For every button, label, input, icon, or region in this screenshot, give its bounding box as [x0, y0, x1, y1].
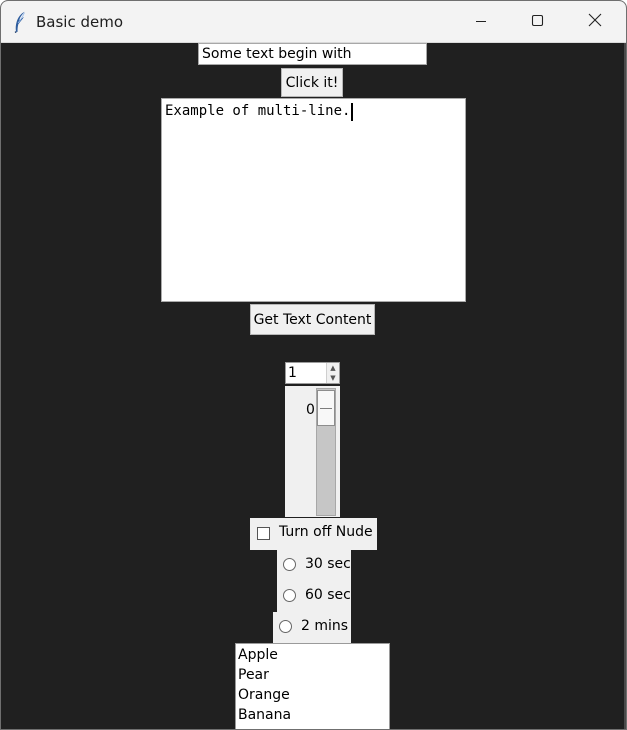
- maximize-icon: [531, 12, 544, 31]
- up-arrow-icon[interactable]: ▲: [327, 363, 339, 373]
- radio-2-mins[interactable]: 2 mins: [273, 612, 351, 643]
- get-text-content-button[interactable]: Get Text Content: [250, 304, 375, 335]
- radio-60-sec[interactable]: 60 sec: [277, 581, 351, 612]
- scale-handle[interactable]: [317, 390, 335, 426]
- minimize-icon: [475, 12, 487, 31]
- close-button[interactable]: [566, 1, 624, 42]
- vertical-scale[interactable]: 0: [285, 386, 340, 517]
- radio-30-sec-button[interactable]: [283, 558, 296, 571]
- window-content: Click it! Example of multi-line. Get Tex…: [1, 43, 626, 729]
- list-item-banana[interactable]: Banana: [236, 705, 389, 725]
- down-arrow-icon[interactable]: ▼: [327, 373, 339, 383]
- spinbox-arrows[interactable]: ▲ ▼: [326, 363, 339, 383]
- window-right-edge: [624, 43, 626, 729]
- number-spinbox[interactable]: 1 ▲ ▼: [285, 362, 340, 384]
- scale-value: 0: [306, 402, 315, 418]
- spinbox-value: 1: [288, 365, 297, 381]
- turn-off-nude-label: Turn off Nude: [279, 524, 373, 540]
- turn-off-nude-checkbox[interactable]: [257, 527, 270, 540]
- window-title: Basic demo: [36, 13, 124, 31]
- radio-30-sec[interactable]: 30 sec: [277, 550, 351, 581]
- list-item-orange[interactable]: Orange: [236, 685, 389, 705]
- turn-off-nude-checkbox-row[interactable]: Turn off Nude: [250, 518, 377, 550]
- radio-60-sec-button[interactable]: [283, 589, 296, 602]
- radio-2-mins-label: 2 mins: [301, 618, 349, 634]
- radio-60-sec-label: 60 sec: [305, 587, 351, 603]
- click-it-button[interactable]: Click it!: [281, 68, 343, 97]
- radio-30-sec-label: 30 sec: [305, 556, 351, 572]
- feather-icon: [12, 11, 28, 34]
- text-area-content: Example of multi-line.: [165, 103, 351, 119]
- maximize-button[interactable]: [508, 1, 566, 42]
- text-caret: [351, 103, 354, 121]
- multi-line-text-area[interactable]: Example of multi-line.: [161, 98, 466, 302]
- title-bar[interactable]: Basic demo: [1, 1, 626, 43]
- app-window: Basic demo Click it!: [0, 0, 627, 730]
- text-entry[interactable]: [198, 43, 427, 65]
- list-item-pear[interactable]: Pear: [236, 665, 389, 685]
- radio-2-mins-button[interactable]: [279, 620, 292, 633]
- fruit-listbox[interactable]: Apple Pear Orange Banana: [235, 643, 390, 729]
- list-item-apple[interactable]: Apple: [236, 645, 389, 665]
- minimize-button[interactable]: [452, 1, 510, 42]
- close-icon: [588, 12, 602, 31]
